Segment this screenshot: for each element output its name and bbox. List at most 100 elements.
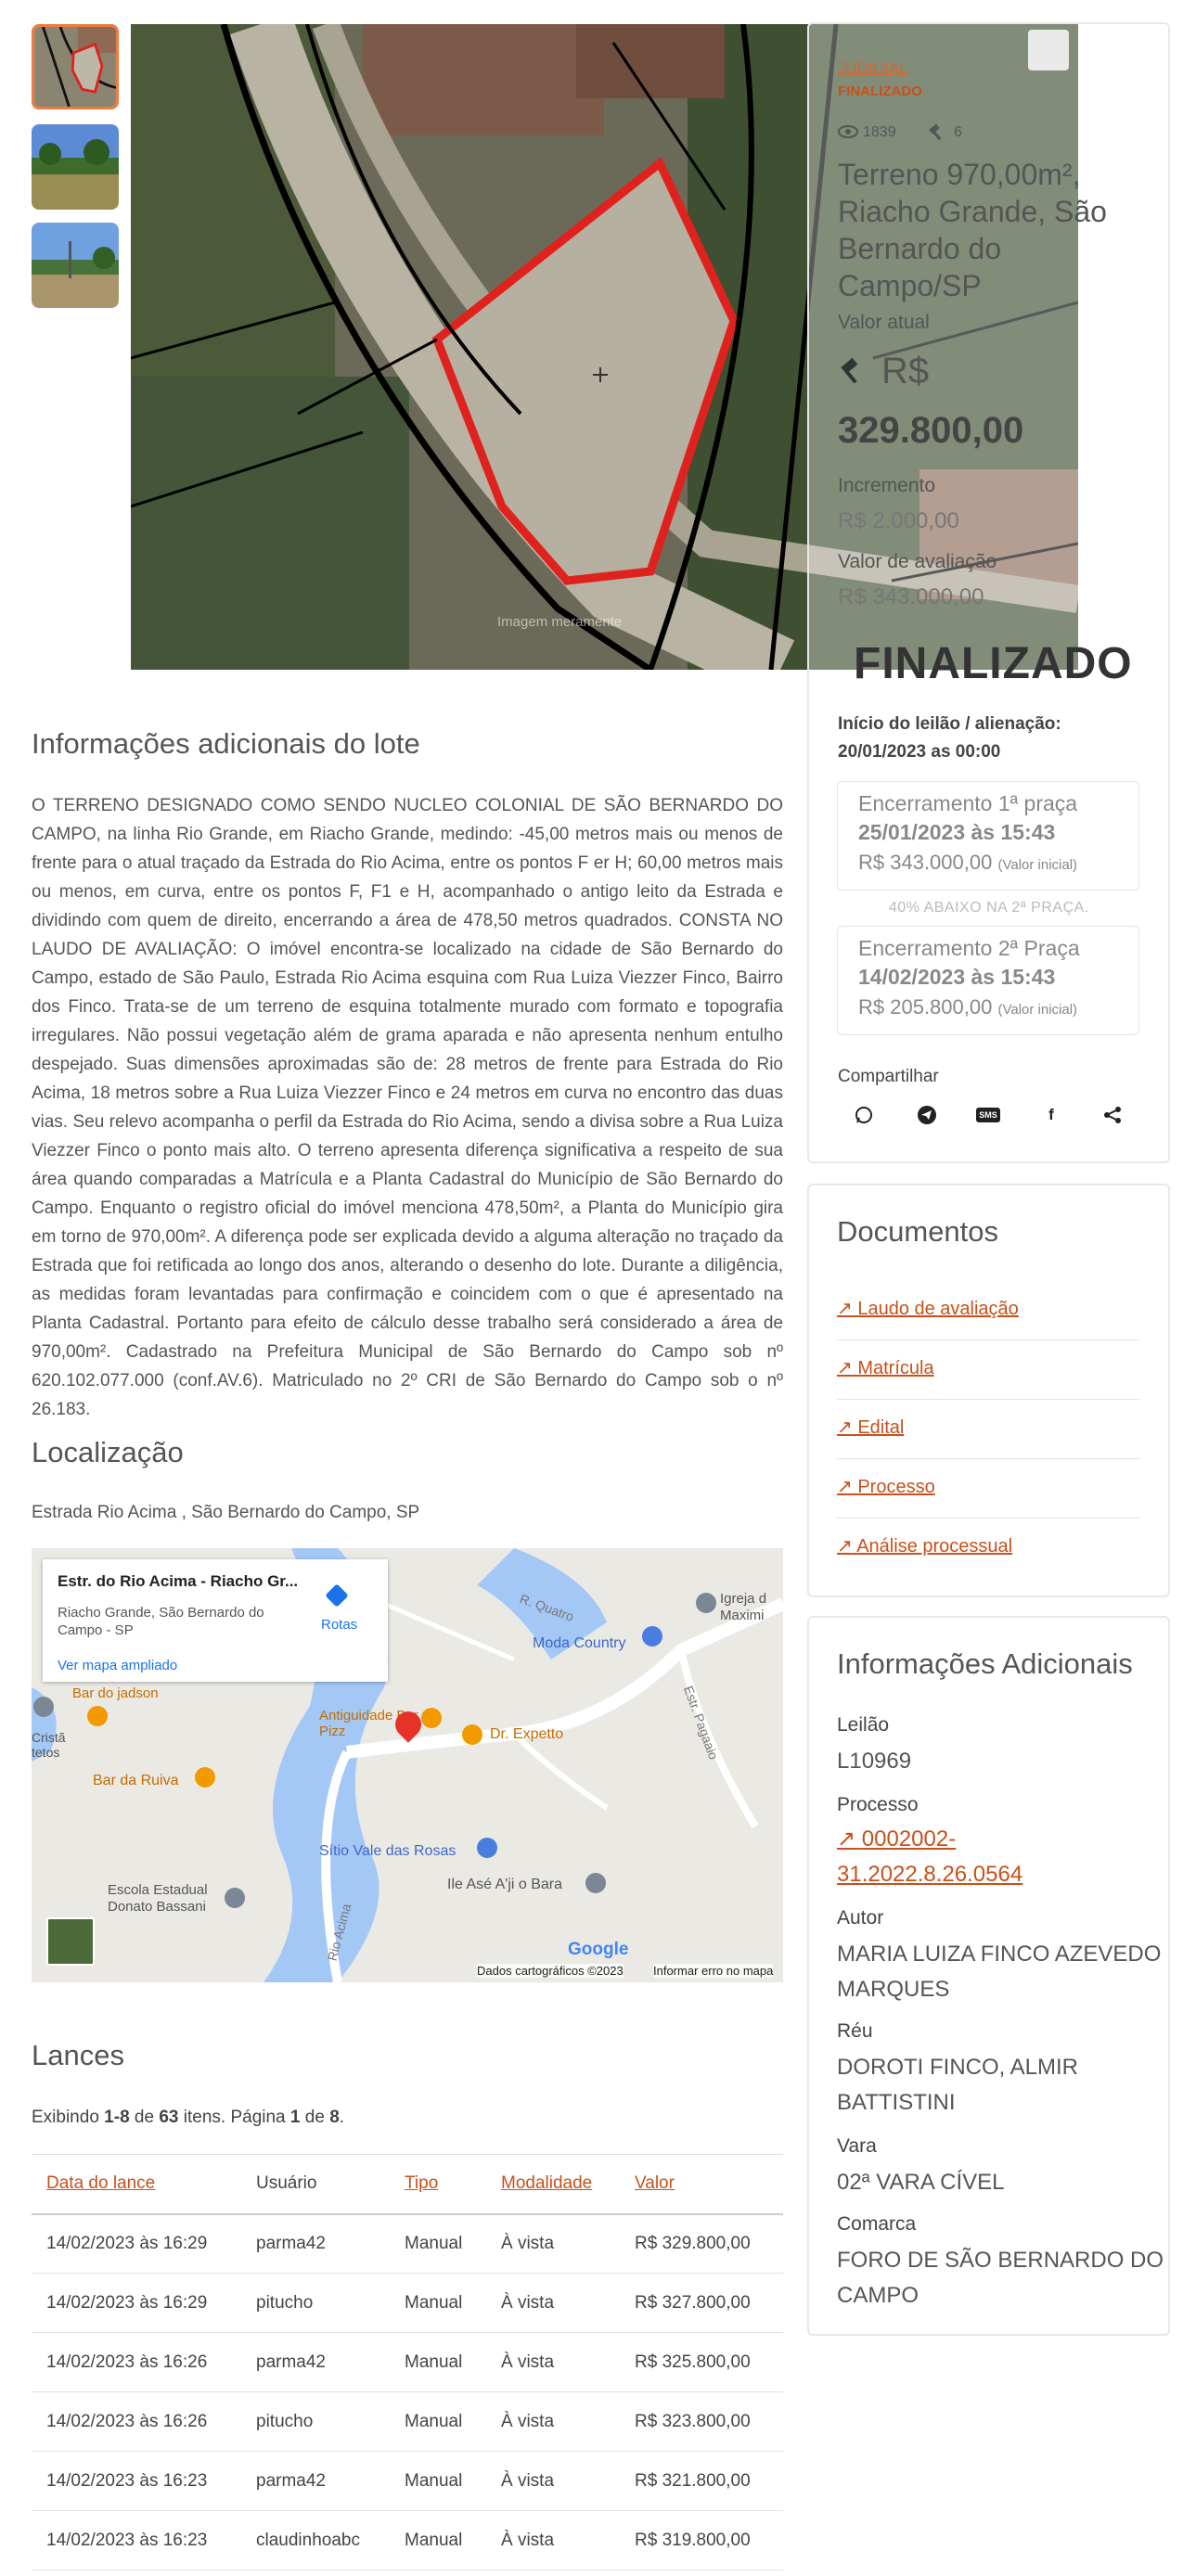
sort-tipo-link[interactable]: Tipo xyxy=(405,2173,438,2193)
leilao-value: L10969 xyxy=(837,1749,912,1774)
field-thumb-image xyxy=(32,124,119,210)
share-icon[interactable] xyxy=(1100,1103,1125,1127)
col-data[interactable]: Data do lance xyxy=(32,2154,241,2215)
adicionais-title: Informações Adicionais xyxy=(837,1647,1133,1680)
cell-type: Manual xyxy=(390,2451,486,2511)
reu-value: DOROTI FINCO, ALMIR BATTISTINI xyxy=(837,2055,1079,2115)
doc-divider xyxy=(837,1399,1139,1400)
doc-link-laudo[interactable]: ↗ Laudo de avaliação xyxy=(837,1297,1019,1320)
cell-date: 14/02/2023 às 16:23 xyxy=(32,2451,241,2511)
telegram-icon[interactable] xyxy=(915,1103,939,1127)
cell-type: Manual xyxy=(390,2332,486,2392)
gallery-thumb-1[interactable] xyxy=(32,24,119,109)
restaurant-icon-3 xyxy=(462,1724,482,1745)
cell-mode: À vista xyxy=(486,2213,620,2274)
praca-2-value: R$ 205.800,00 xyxy=(858,995,993,1019)
valor-atual-prefix: R$ xyxy=(881,351,930,391)
cell-type: Manual xyxy=(390,2510,486,2570)
cell-user: pitucho xyxy=(241,2391,390,2452)
valor-atual-label: Valor atual xyxy=(838,312,930,333)
cell-value: R$ 319.800,00 xyxy=(620,2510,783,2570)
map-directions-icon[interactable] xyxy=(325,1583,349,1608)
doc-label-matricula: Matrícula xyxy=(857,1358,934,1378)
location-title: Localização xyxy=(32,1436,184,1468)
sms-icon[interactable]: SMS xyxy=(976,1103,1000,1127)
restaurant-icon-4 xyxy=(195,1767,215,1788)
external-link-icon: ↗ xyxy=(837,1536,853,1557)
doc-link-processo[interactable]: ↗ Processo xyxy=(837,1475,935,1498)
cell-type: Manual xyxy=(390,2213,486,2274)
avaliacao-value: R$ 343.000,00 xyxy=(838,584,984,609)
sort-modalidade-link[interactable]: Modalidade xyxy=(501,2173,592,2193)
comarca-label: Comarca xyxy=(837,2213,917,2235)
summary-total: 63 xyxy=(159,2108,179,2127)
col-tipo[interactable]: Tipo xyxy=(390,2154,486,2215)
restaurant-icon xyxy=(87,1706,108,1726)
doc-divider xyxy=(837,1458,1139,1459)
cell-user: parma42 xyxy=(241,2451,390,2511)
map-routes-link[interactable]: Rotas xyxy=(321,1617,357,1633)
location-map[interactable]: Estr. do Rio Acima - Riacho Gr... Riacho… xyxy=(32,1548,783,1982)
map-report-link[interactable]: Informar erro no mapa xyxy=(653,1964,774,1978)
cell-mode: À vista xyxy=(486,2332,620,2392)
doc-label-edital: Edital xyxy=(857,1417,905,1438)
lances-summary: Exibindo 1-8 de 63 itens. Página 1 de 8. xyxy=(32,2108,344,2128)
lot-description: O TERRENO DESIGNADO COMO SENDO NUCLEO CO… xyxy=(32,796,783,1419)
sort-data-link[interactable]: Data do lance xyxy=(46,2173,155,2193)
map-popup-title: Estr. do Rio Acima - Riacho Gr... xyxy=(58,1572,299,1590)
discount-note: 40% ABAIXO NA 2ª PRAÇA. xyxy=(889,900,1089,916)
cell-user: parma42 xyxy=(241,2332,390,2392)
lot-title: Terreno 970,00m², Riacho Grande, São Ber… xyxy=(838,158,1107,302)
inicio-value: 20/01/2023 as 00:00 xyxy=(838,742,1001,762)
processo-link[interactable]: ↗ 0002002-31.2022.8.26.0564 xyxy=(837,1822,1060,1892)
map-label-escola: Escola Estadual Donato Bassani xyxy=(108,1882,208,1915)
vara-label: Vara xyxy=(837,2135,877,2157)
processo-label: Processo xyxy=(837,1794,919,1815)
doc-link-matricula[interactable]: ↗ Matrícula xyxy=(837,1356,934,1379)
col-valor[interactable]: Valor xyxy=(620,2154,783,2215)
praca-2-value-line: R$ 205.800,00 (Valor inicial) xyxy=(858,995,1118,1019)
col-modalidade[interactable]: Modalidade xyxy=(486,2154,620,2215)
table-row: 14/02/2023 às 16:26 parma42 Manual À vista R… xyxy=(32,2332,783,2392)
praca-2-box: Encerramento 2ª Praça 14/02/2023 às 15:4… xyxy=(837,926,1139,1035)
gallery-thumb-3[interactable] xyxy=(32,223,119,308)
praca-1-note: (Valor inicial) xyxy=(997,857,1078,873)
cell-mode: À vista xyxy=(486,2273,620,2333)
map-label-moda: Moda Country xyxy=(533,1635,626,1651)
map-popup: Estr. do Rio Acima - Riacho Gr... Riacho… xyxy=(43,1559,388,1682)
table-row: 14/02/2023 às 16:29 pitucho Manual À vista R… xyxy=(32,2273,783,2333)
facebook-icon[interactable]: f xyxy=(1039,1103,1063,1127)
sms-text: SMS xyxy=(976,1108,1000,1122)
location-address: Estrada Rio Acima , São Bernardo do Camp… xyxy=(32,1503,420,1522)
map-enlarge-link[interactable]: Ver mapa ampliado xyxy=(58,1658,177,1673)
lances-header-row: Data do lance Usuário Tipo Modalidade Va… xyxy=(32,2154,783,2215)
map-label-ile: Ile Asé A'ji o Bara xyxy=(447,1877,563,1892)
status-badge: FINALIZADO xyxy=(838,83,922,99)
sort-valor-link[interactable]: Valor xyxy=(635,2173,675,2193)
gallery-thumb-2[interactable] xyxy=(32,124,119,210)
field-thumb-image-2 xyxy=(32,223,119,308)
lances-title: Lances xyxy=(32,2039,124,2071)
whatsapp-icon[interactable] xyxy=(852,1103,876,1127)
map-satellite-toggle[interactable] xyxy=(46,1917,95,1966)
doc-link-analise[interactable]: ↗ Análise processual xyxy=(837,1534,1012,1557)
summary-pages: 8 xyxy=(329,2108,340,2127)
external-link-icon: ↗ xyxy=(837,1826,856,1852)
cell-type: Manual xyxy=(390,2273,486,2333)
doc-divider xyxy=(837,1339,1139,1340)
cell-mode: À vista xyxy=(486,2451,620,2511)
card-corner-button[interactable] xyxy=(1028,30,1069,70)
summary-range: 1-8 xyxy=(104,2108,130,2127)
judicial-tag[interactable]: JUDICIAL xyxy=(838,59,908,78)
google-logo: Google xyxy=(568,1940,629,1959)
summary-mid2: itens. Página xyxy=(178,2108,290,2127)
lances-table: Data do lance Usuário Tipo Modalidade Va… xyxy=(32,2154,783,2570)
avaliacao-label: Valor de avaliação xyxy=(838,551,997,572)
map-attribution: Dados cartográficos ©2023 xyxy=(477,1964,624,1978)
doc-link-edital[interactable]: ↗ Edital xyxy=(837,1416,904,1439)
eye-icon xyxy=(838,124,858,144)
valor-atual: 329.800,00 xyxy=(838,410,1024,451)
church-icon-3 xyxy=(585,1873,606,1893)
autor-label: Autor xyxy=(837,1907,884,1929)
table-row: 14/02/2023 às 16:29 parma42 Manual À vista R… xyxy=(32,2213,783,2274)
